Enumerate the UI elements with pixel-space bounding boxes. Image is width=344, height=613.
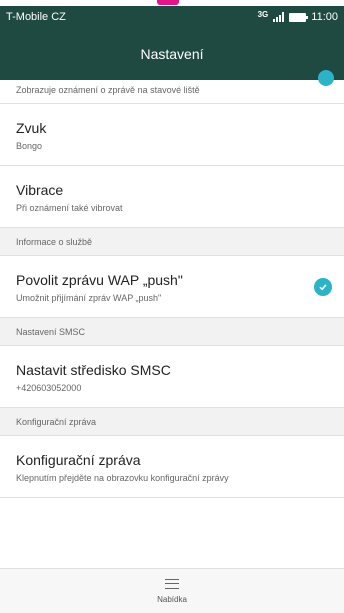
list-item-notification[interactable]: Zobrazuje oznámení o zprávě na stavové l…	[0, 70, 344, 104]
status-bar: T-Mobile CZ 3G 11:00	[0, 6, 344, 28]
battery-icon	[289, 12, 309, 22]
wap-title: Povolit zprávu WAP „push"	[16, 271, 183, 288]
list-item-wap-push[interactable]: Povolit zprávu WAP „push" Umožnit přijím…	[0, 256, 344, 318]
app-bar: Nastavení	[0, 28, 344, 80]
section-header-config: Konfigurační zpráva	[0, 408, 344, 436]
config-subtitle: Klepnutím přejděte na obrazovku konfigur…	[16, 472, 229, 483]
list-item-smsc[interactable]: Nastavit středisko SMSC +420603052000	[0, 346, 344, 408]
menu-label[interactable]: Nabídka	[157, 595, 187, 604]
checkmark-icon[interactable]	[318, 70, 334, 86]
sound-title: Zvuk	[16, 119, 47, 136]
list-item-config-message[interactable]: Konfigurační zpráva Klepnutím přejděte n…	[0, 436, 344, 498]
list-item-sound[interactable]: Zvuk Bongo	[0, 104, 344, 166]
config-title: Konfigurační zpráva	[16, 451, 141, 468]
vibration-subtitle: Při oznámení také vibrovat	[16, 202, 123, 213]
network-type: 3G	[257, 9, 269, 19]
checkmark-icon[interactable]	[314, 278, 332, 296]
status-icons: 3G 11:00	[257, 9, 338, 24]
carrier-name: T-Mobile CZ	[6, 11, 66, 23]
page-title: Nastavení	[140, 46, 204, 62]
signal-icon	[273, 12, 285, 22]
clock: 11:00	[311, 11, 338, 23]
vibration-title: Vibrace	[16, 181, 64, 198]
section-header-smsc: Nastavení SMSC	[0, 318, 344, 346]
smsc-number: +420603052000	[16, 382, 82, 393]
sound-subtitle: Bongo	[16, 140, 43, 151]
pink-indicator	[157, 0, 179, 5]
section-header-service: Informace o službě	[0, 228, 344, 256]
menu-icon[interactable]	[165, 578, 179, 589]
wap-subtitle: Umožnit přijímání zpráv WAP „push"	[16, 292, 162, 303]
smsc-title: Nastavit středisko SMSC	[16, 361, 171, 378]
settings-list[interactable]: Zobrazuje oznámení o zprávě na stavové l…	[0, 70, 344, 498]
notification-subtitle: Zobrazuje oznámení o zprávě na stavové l…	[16, 85, 200, 95]
bottom-menu-bar[interactable]: Nabídka	[0, 568, 344, 613]
list-item-vibration[interactable]: Vibrace Při oznámení také vibrovat	[0, 166, 344, 228]
